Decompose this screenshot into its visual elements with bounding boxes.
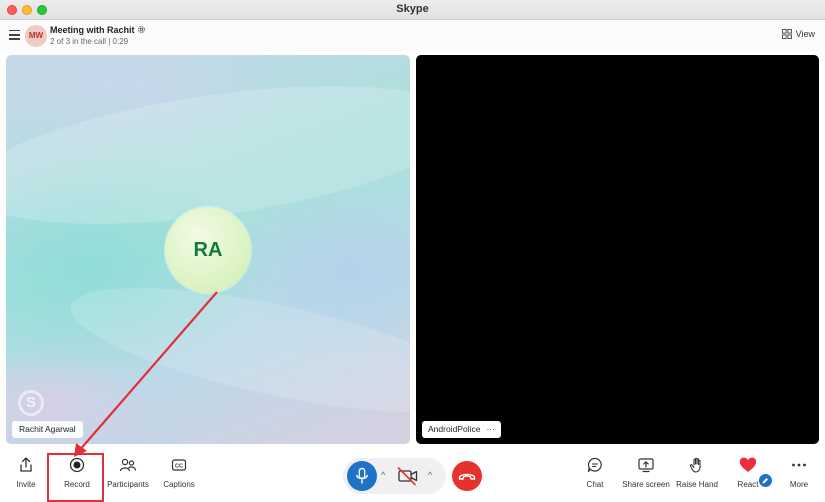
participant-name: AndroidPolice [428,424,481,434]
people-icon [119,458,137,472]
ellipsis-icon[interactable]: ··· [486,421,495,438]
raise-hand-button[interactable]: Raise Hand [675,456,719,489]
captions-label: Captions [163,480,195,489]
microphone-options-chevron-icon[interactable]: ^ [381,470,385,480]
participants-button[interactable]: Participants [106,456,150,489]
grid-icon [781,29,792,39]
more-button[interactable]: More [786,456,812,489]
chat-bubble-icon [587,457,602,473]
camera-off-icon[interactable] [396,465,420,487]
skype-logo-icon: S [18,390,44,416]
view-button[interactable]: View [781,29,815,39]
cc-icon: CC [171,459,187,471]
microphone-button[interactable] [347,461,377,491]
chat-label: Chat [586,480,604,489]
gear-icon[interactable] [137,25,146,34]
share-screen-button[interactable]: Share screen [620,456,672,489]
participant-tile-rachit[interactable]: RA S Rachit Agarwal [6,55,410,444]
react-button[interactable]: React [734,456,762,489]
invite-button[interactable]: Invite [14,456,38,489]
hang-up-button[interactable] [452,461,482,491]
hand-icon [689,457,701,473]
participant-name-tag[interactable]: AndroidPolice ··· [422,421,501,438]
share-screen-icon [638,458,654,473]
microphone-icon [356,467,368,484]
app-title: Skype [396,3,429,15]
call-status: 2 of 3 in the call | 0:29 [50,37,129,46]
reaction-pen-badge-icon[interactable] [758,473,773,488]
svg-text:CC: CC [175,464,183,470]
heart-icon [739,457,757,472]
share-screen-label: Share screen [622,480,670,489]
chat-button[interactable]: Chat [582,456,608,489]
pen-icon [762,478,768,484]
participants-label: Participants [107,480,149,489]
camera-options-chevron-icon[interactable]: ^ [428,470,432,480]
background-texture [61,262,410,438]
meeting-title[interactable]: Meeting with Rachit [50,25,135,35]
invite-label: Invite [16,480,36,489]
participant-name-tag: Rachit Agarwal [12,421,83,438]
record-highlight-box [47,453,104,502]
participant-tile-androidpolice[interactable]: AndroidPolice ··· [416,55,819,444]
hamburger-icon[interactable] [9,30,20,40]
avatar[interactable]: MW [25,25,47,47]
call-header: MW Meeting with Rachit 2 of 3 in the cal… [0,20,825,52]
view-label: View [795,29,815,39]
window-titlebar: Skype [0,0,825,20]
more-label: More [789,480,809,489]
ellipsis-icon [792,463,806,467]
share-up-icon [20,457,32,472]
captions-button[interactable]: CC Captions [160,456,198,489]
phone-hangup-icon [458,473,476,480]
participant-avatar: RA [165,207,251,293]
raise-hand-label: Raise Hand [676,480,718,489]
